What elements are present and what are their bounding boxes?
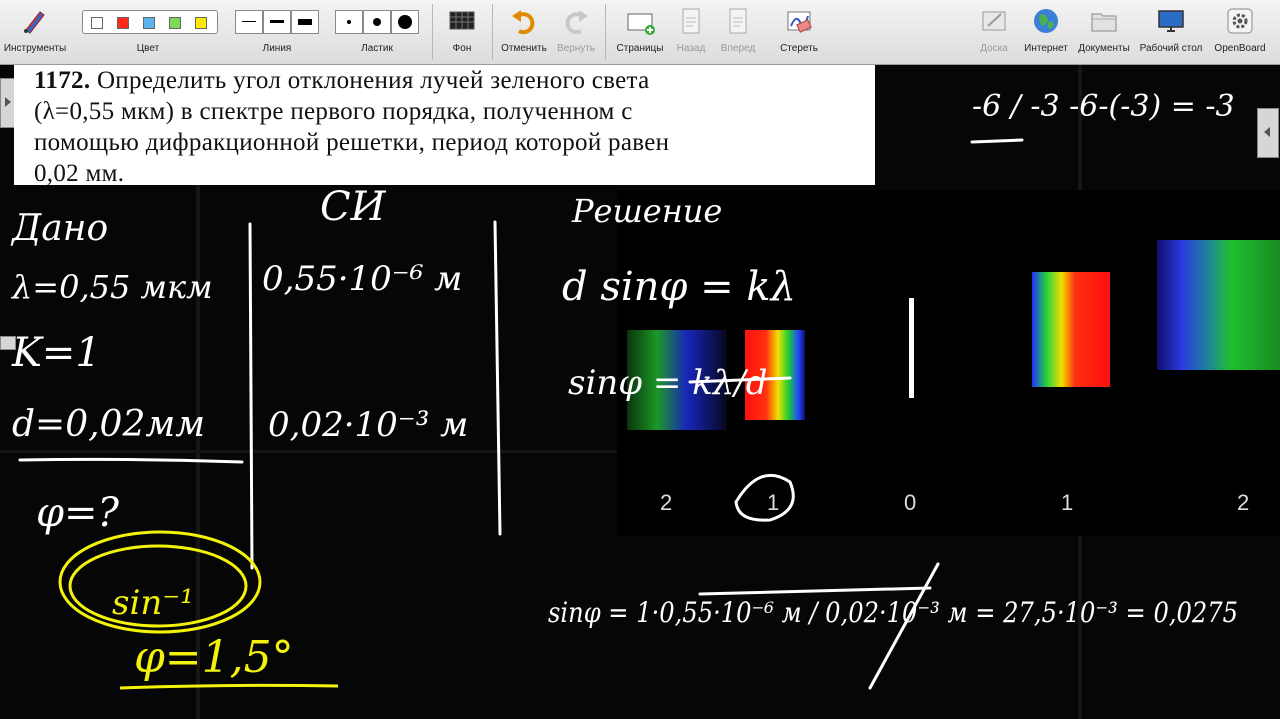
answer-angle: φ=1,5° [134, 632, 294, 683]
exponent-note: -6 / -3 -6-(-3) = -3 [972, 89, 1235, 124]
given-order: K=1 [11, 330, 101, 376]
si-period: 0,02·10⁻³ м [268, 405, 468, 445]
si-wavelength: 0,55·10⁻⁶ м [262, 259, 462, 299]
formula-sine: sinφ = kλ/d [568, 363, 768, 403]
given-period: d=0,02мм [12, 404, 205, 445]
formula-grating-equation: d sinφ = kλ [562, 264, 796, 310]
order-circle [734, 473, 795, 522]
si-divider-line [248, 222, 254, 570]
solution-title: Решение [571, 192, 722, 230]
arcsine-label: sin⁻¹ [112, 583, 194, 623]
given-underline [18, 457, 244, 464]
calculation: sinφ = 1·0,55·10⁻⁶ м / 0,02·10⁻³ м = 27,… [548, 596, 1238, 629]
fraction-bar [698, 586, 932, 596]
fraction-bar [970, 138, 1024, 144]
si-title: СИ [320, 184, 387, 230]
solution-divider-line [493, 220, 502, 536]
given-title: Дано [10, 208, 108, 249]
answer-underline [119, 683, 339, 690]
given-unknown: φ=? [36, 490, 120, 536]
given-wavelength: λ=0,55 мкм [10, 268, 213, 306]
handwriting-layer: Дано СИ Решение λ=0,55 мкм K=1 d=0,02мм … [10, 89, 1238, 690]
